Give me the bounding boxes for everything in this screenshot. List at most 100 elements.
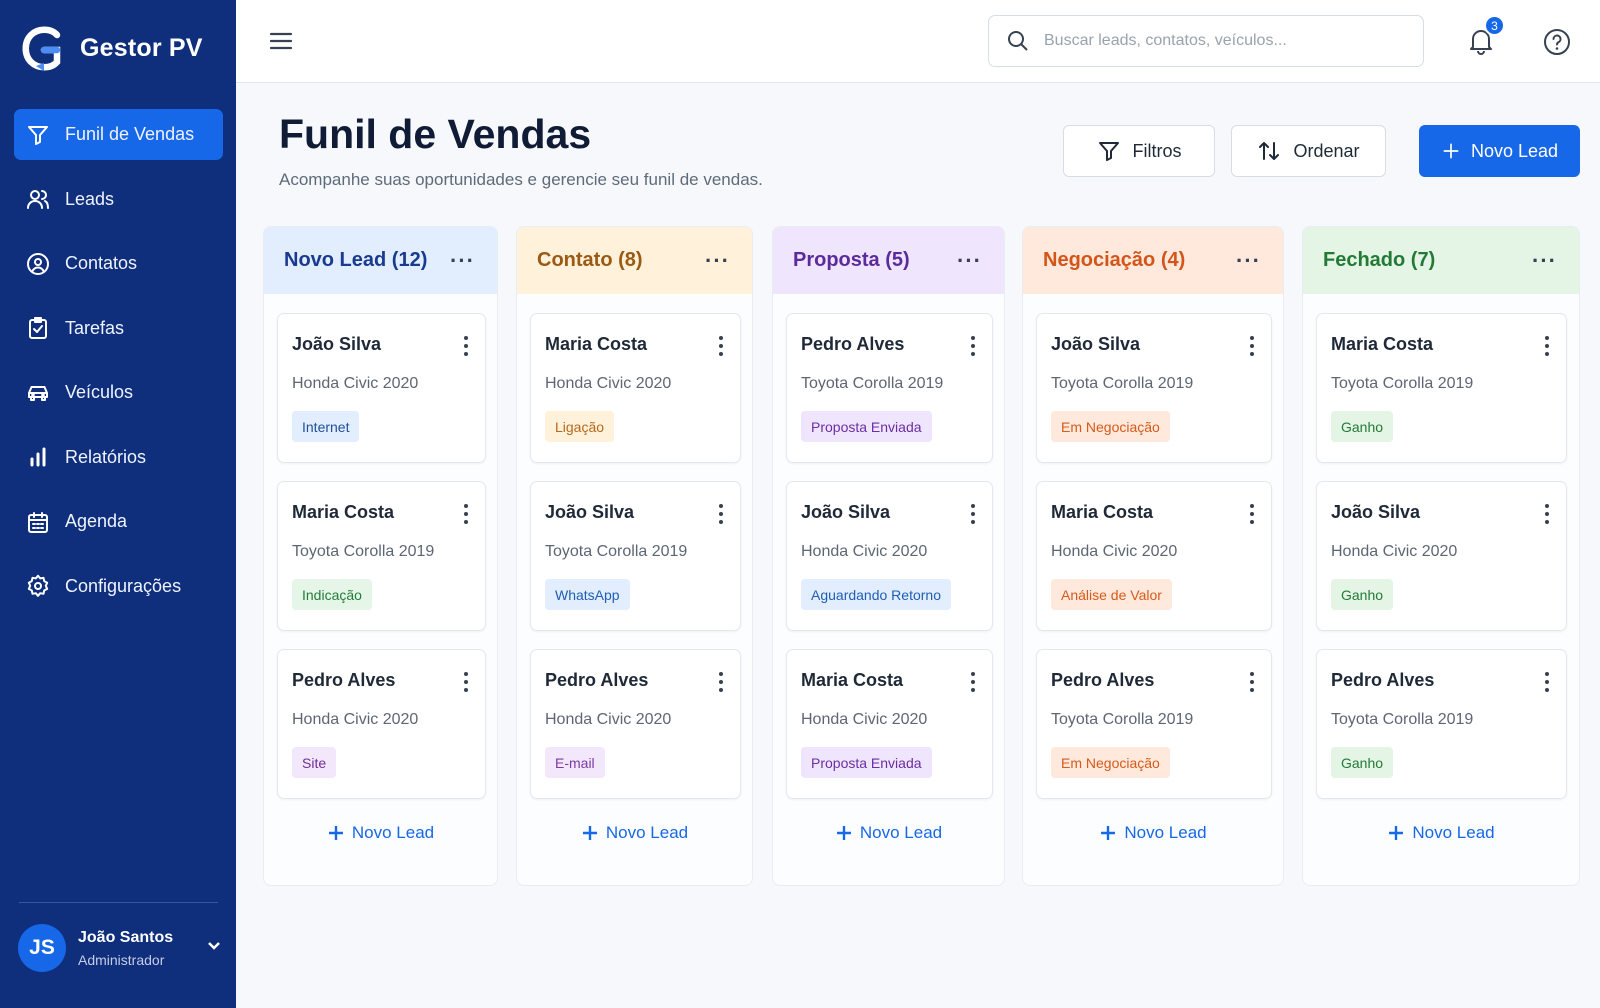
chevron-down-icon[interactable] <box>204 936 224 956</box>
lead-card[interactable]: Pedro Alves Honda Civic 2020 E-mail <box>530 649 741 799</box>
lead-card[interactable]: João Silva Toyota Corolla 2019 WhatsApp <box>530 481 741 631</box>
lead-tag: Proposta Enviada <box>801 411 932 442</box>
lead-card[interactable]: Maria Costa Toyota Corolla 2019 Ganho <box>1316 313 1567 463</box>
plus-icon <box>328 826 343 840</box>
lead-card[interactable]: João Silva Honda Civic 2020 Ganho <box>1316 481 1567 631</box>
help-icon[interactable] <box>1542 27 1572 57</box>
lead-name: Pedro Alves <box>292 670 396 690</box>
add-lead-button[interactable]: Novo Lead <box>773 823 1004 843</box>
lead-card[interactable]: Maria Costa Honda Civic 2020 Análise de … <box>1036 481 1272 631</box>
more-vertical-icon[interactable] <box>964 500 982 526</box>
more-vertical-icon[interactable] <box>1538 332 1556 358</box>
lead-tag: Proposta Enviada <box>801 747 932 778</box>
lead-card[interactable]: Maria Costa Toyota Corolla 2019 Indicaçã… <box>277 481 486 631</box>
lead-vehicle: Toyota Corolla 2019 <box>801 375 944 392</box>
more-vertical-icon[interactable] <box>1243 668 1261 694</box>
clipboard-check-icon <box>29 317 47 339</box>
more-vertical-icon[interactable] <box>964 668 982 694</box>
column-title: Fechado (7) <box>1323 249 1436 271</box>
more-vertical-icon[interactable] <box>1243 500 1261 526</box>
user-info: João Santos Administrador <box>78 929 173 968</box>
sidebar-item-veiculos[interactable]: Veículos <box>14 367 223 418</box>
more-vertical-icon[interactable] <box>964 332 982 358</box>
lead-name: Maria Costa <box>1331 334 1434 354</box>
more-vertical-icon[interactable] <box>1538 500 1556 526</box>
more-horizontal-icon[interactable]: ··· <box>705 249 730 272</box>
lead-name: Maria Costa <box>545 334 648 354</box>
lead-vehicle: Honda Civic 2020 <box>545 375 672 392</box>
lead-tag: Análise de Valor <box>1051 579 1172 610</box>
sidebar-item-relatorios[interactable]: Relatórios <box>14 432 223 483</box>
lead-card[interactable]: Pedro Alves Honda Civic 2020 Site <box>277 649 486 799</box>
add-lead-button[interactable]: Novo Lead <box>517 823 752 843</box>
lead-card[interactable]: João Silva Honda Civic 2020 Internet <box>277 313 486 463</box>
sidebar-item-agenda[interactable]: Agenda <box>14 496 223 547</box>
hamburger-menu-icon[interactable] <box>268 28 294 54</box>
lead-card[interactable]: Pedro Alves Toyota Corolla 2019 Ganho <box>1316 649 1567 799</box>
lead-card[interactable]: João Silva Honda Civic 2020 Aguardando R… <box>786 481 993 631</box>
filters-button[interactable]: Filtros <box>1063 125 1215 177</box>
app-name: Gestor PV <box>80 33 203 62</box>
column-header: Fechado (7) ··· <box>1303 227 1579 294</box>
lead-vehicle: Honda Civic 2020 <box>801 711 928 728</box>
sidebar-nav: Funil de Vendas Leads Contatos Tarefas V… <box>14 109 223 625</box>
user-menu[interactable]: JS João Santos Administrador <box>18 924 220 972</box>
sidebar-item-contatos[interactable]: Contatos <box>14 238 223 289</box>
sidebar-item-tarefas[interactable]: Tarefas <box>14 303 223 354</box>
search-input[interactable] <box>1044 32 1414 50</box>
sidebar-divider <box>19 902 218 903</box>
add-lead-button[interactable]: Novo Lead <box>264 823 497 843</box>
sidebar-item-label: Contatos <box>65 253 138 273</box>
new-lead-button[interactable]: Novo Lead <box>1419 125 1580 177</box>
column-title: Contato (8) <box>537 249 643 271</box>
lead-name: João Silva <box>292 334 382 354</box>
lead-card[interactable]: Maria Costa Honda Civic 2020 Ligação <box>530 313 741 463</box>
plus-icon <box>836 826 851 840</box>
lead-card[interactable]: João Silva Toyota Corolla 2019 Em Negoci… <box>1036 313 1272 463</box>
lead-name: Pedro Alves <box>1331 670 1435 690</box>
add-lead-button[interactable]: Novo Lead <box>1023 823 1283 843</box>
more-horizontal-icon[interactable]: ··· <box>1236 249 1261 272</box>
sort-button[interactable]: Ordenar <box>1231 125 1386 177</box>
lead-tag: Internet <box>292 411 360 442</box>
plus-icon <box>1101 826 1116 840</box>
users-icon <box>27 190 49 209</box>
plus-icon <box>1443 143 1459 159</box>
lead-tag: Indicação <box>292 579 372 610</box>
filters-button-label: Filtros <box>1132 140 1182 161</box>
more-horizontal-icon[interactable]: ··· <box>1532 249 1557 272</box>
sidebar-item-funil-de-vendas[interactable]: Funil de Vendas <box>14 109 223 160</box>
lead-card[interactable]: Maria Costa Honda Civic 2020 Proposta En… <box>786 649 993 799</box>
sidebar-item-leads[interactable]: Leads <box>14 174 223 225</box>
lead-card[interactable]: Pedro Alves Toyota Corolla 2019 Em Negoc… <box>1036 649 1272 799</box>
more-vertical-icon[interactable] <box>712 668 730 694</box>
sidebar: Gestor PV Funil de Vendas Leads Contatos… <box>0 0 236 1008</box>
lead-vehicle: Honda Civic 2020 <box>1331 543 1458 560</box>
lead-vehicle: Toyota Corolla 2019 <box>1051 711 1194 728</box>
more-vertical-icon[interactable] <box>712 500 730 526</box>
sidebar-item-configuracoes[interactable]: Configurações <box>14 561 223 612</box>
lead-vehicle: Honda Civic 2020 <box>801 543 928 560</box>
search-icon <box>1008 31 1028 51</box>
more-vertical-icon[interactable] <box>1538 668 1556 694</box>
brand[interactable]: Gestor PV <box>22 24 203 72</box>
more-vertical-icon[interactable] <box>712 332 730 358</box>
lead-card[interactable]: Pedro Alves Toyota Corolla 2019 Proposta… <box>786 313 993 463</box>
lead-vehicle: Honda Civic 2020 <box>292 375 419 392</box>
add-lead-label: Novo Lead <box>1412 823 1495 842</box>
more-vertical-icon[interactable] <box>1243 332 1261 358</box>
lead-vehicle: Honda Civic 2020 <box>1051 543 1178 560</box>
lead-name: Maria Costa <box>1051 502 1154 522</box>
more-vertical-icon[interactable] <box>457 332 475 358</box>
lead-name: Maria Costa <box>292 502 395 522</box>
plus-icon <box>1389 826 1404 840</box>
more-vertical-icon[interactable] <box>457 500 475 526</box>
more-horizontal-icon[interactable]: ··· <box>450 249 475 272</box>
new-lead-button-label: Novo Lead <box>1470 140 1559 161</box>
more-horizontal-icon[interactable]: ··· <box>957 249 982 272</box>
more-vertical-icon[interactable] <box>457 668 475 694</box>
add-lead-button[interactable]: Novo Lead <box>1303 823 1579 843</box>
lead-tag: Ganho <box>1331 747 1394 778</box>
page-title: Funil de Vendas <box>279 111 592 157</box>
add-lead-label: Novo Lead <box>1124 823 1207 842</box>
